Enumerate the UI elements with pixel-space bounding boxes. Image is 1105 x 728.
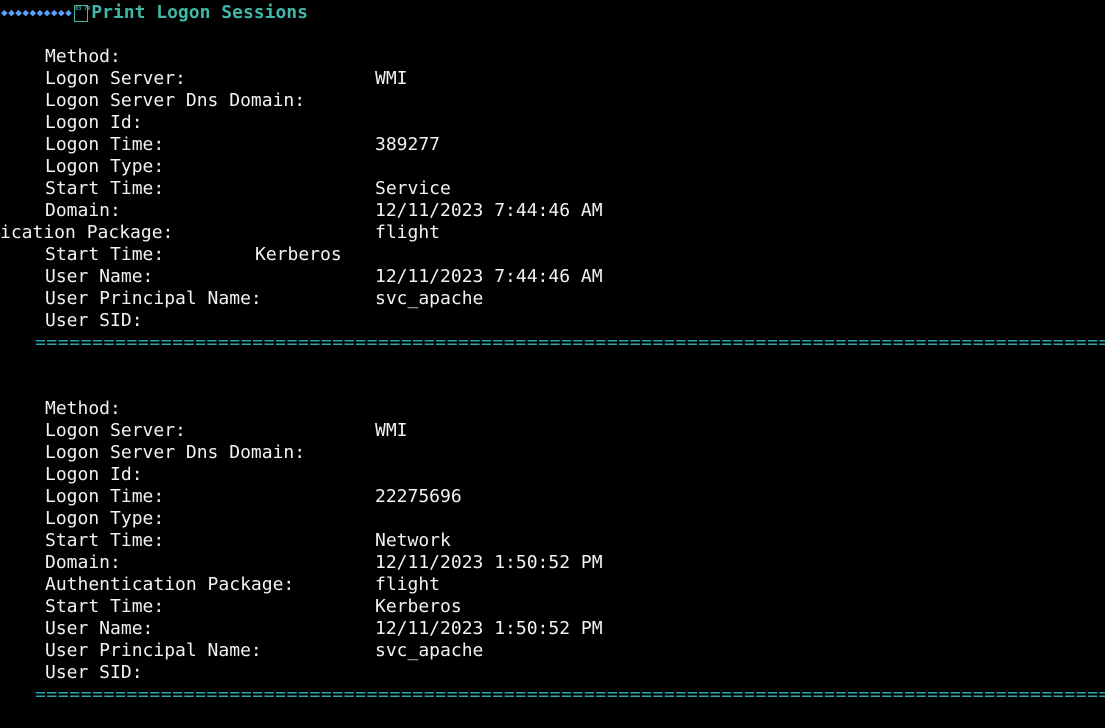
session-2-logon-time-row: Logon Time: <box>0 464 164 507</box>
logon-type-value: Service <box>375 178 451 199</box>
session-2-logon-id-row: Logon Id: 22275696 <box>0 442 462 507</box>
session-1-logon-server-row: Logon Server: <box>0 46 186 89</box>
dns-domain-label: Logon Server Dns Domain: <box>45 442 306 463</box>
unknown-glyph-icon: 03 79 <box>74 4 90 22</box>
session-2-user-name-row: User Name: svc_apache <box>0 596 483 661</box>
replacement-char-icon: ◆◆◆◆◆◆◆◆◆◆ <box>1 6 73 19</box>
session-1-logon-time-row: Logon Time: <box>0 112 164 155</box>
method-label: Method: <box>45 398 121 419</box>
session-1-auth-package-row: ication Package: Kerberos <box>0 200 342 265</box>
session-1-method-row: Method: WMI <box>0 24 408 89</box>
domain-label: Domain: <box>45 552 121 573</box>
logon-id-value: 22275696 <box>375 486 462 507</box>
session-1-logon-type-row: Logon Type: Service <box>0 134 451 199</box>
user-name-value: svc_apache <box>375 288 484 309</box>
user-name-label: User Name: <box>45 266 154 287</box>
session-1-user-name-row: User Name: svc_apache <box>0 244 483 309</box>
auth-package-value: Kerberos <box>375 596 462 617</box>
session-1-domain-row: Domain: flight <box>0 178 440 243</box>
session-1-logon-id-row: Logon Id: 389277 <box>0 90 440 155</box>
session-2-start-time-row: Start Time: 12/11/2023 1:50:52 PM <box>0 508 603 573</box>
session-2-logon-type-row: Logon Type: Network <box>0 486 451 551</box>
method-label: Method: <box>45 46 121 67</box>
auth-package-label: Authentication Package: <box>45 574 295 595</box>
sid-label: User SID: <box>45 662 143 683</box>
section-separator: ========================================… <box>35 332 1105 353</box>
session-2-upn-row: User Principal Name: <box>0 618 262 661</box>
session-1-start-time-2-row: Start Time: 12/11/2023 7:44:46 AM <box>0 222 603 287</box>
session-2-sid-row: User SID: <box>0 640 143 683</box>
domain-value: flight <box>375 574 441 595</box>
logon-id-value: 389277 <box>375 134 441 155</box>
session-1-start-time-row: Start Time: 12/11/2023 7:44:46 AM <box>0 156 603 221</box>
domain-value: flight <box>375 222 441 243</box>
domain-label: Domain: <box>45 200 121 221</box>
session-2-auth-package-row: Authentication Package: Kerberos <box>0 552 462 617</box>
logon-id-label: Logon Id: <box>45 464 143 485</box>
start-time-label: Start Time: <box>45 178 165 199</box>
section-title: Print Logon Sessions <box>91 2 308 23</box>
logon-server-label: Logon Server: <box>45 68 186 89</box>
sid-label: User SID: <box>45 310 143 331</box>
session-2-method-row: Method: WMI <box>0 376 408 441</box>
logon-type-value: Network <box>375 530 451 551</box>
logon-type-label: Logon Type: <box>45 156 165 177</box>
method-value: WMI <box>375 68 408 89</box>
method-value: WMI <box>375 420 408 441</box>
terminal-window[interactable]: ◆◆◆◆◆◆◆◆◆◆ 03 79 Print Logon Sessions Me… <box>0 0 1105 705</box>
logon-time-label: Logon Time: <box>45 134 165 155</box>
session-2-logon-server-row: Logon Server: <box>0 398 186 441</box>
section-header: ◆◆◆◆◆◆◆◆◆◆ 03 79 Print Logon Sessions <box>0 2 308 24</box>
start-time-value: 12/11/2023 1:50:52 PM <box>375 618 603 639</box>
auth-package-value: Kerberos <box>255 244 342 265</box>
logon-id-label: Logon Id: <box>45 112 143 133</box>
session-2-domain-row: Domain: flight <box>0 530 440 595</box>
start-time-label: Start Time: <box>45 596 165 617</box>
session-2-start-time-2-row: Start Time: 12/11/2023 1:50:52 PM <box>0 574 603 639</box>
section-separator: ========================================… <box>35 684 1105 705</box>
upn-label: User Principal Name: <box>45 640 262 661</box>
upn-label: User Principal Name: <box>45 288 262 309</box>
start-time-value: 12/11/2023 7:44:46 AM <box>375 266 603 287</box>
start-time-value: 12/11/2023 1:50:52 PM <box>375 552 603 573</box>
start-time-label: Start Time: <box>45 244 165 265</box>
session-1-dns-domain-row: Logon Server Dns Domain: <box>0 68 305 111</box>
start-time-label: Start Time: <box>45 530 165 551</box>
dns-domain-label: Logon Server Dns Domain: <box>45 90 306 111</box>
logon-type-label: Logon Type: <box>45 508 165 529</box>
session-2-dns-domain-row: Logon Server Dns Domain: <box>0 420 305 463</box>
session-1-upn-row: User Principal Name: <box>0 266 262 309</box>
logon-server-label: Logon Server: <box>45 420 186 441</box>
user-name-label: User Name: <box>45 618 154 639</box>
session-1-sid-row: User SID: <box>0 288 143 331</box>
user-name-value: svc_apache <box>375 640 484 661</box>
logon-time-label: Logon Time: <box>45 486 165 507</box>
start-time-value: 12/11/2023 7:44:46 AM <box>375 200 603 221</box>
